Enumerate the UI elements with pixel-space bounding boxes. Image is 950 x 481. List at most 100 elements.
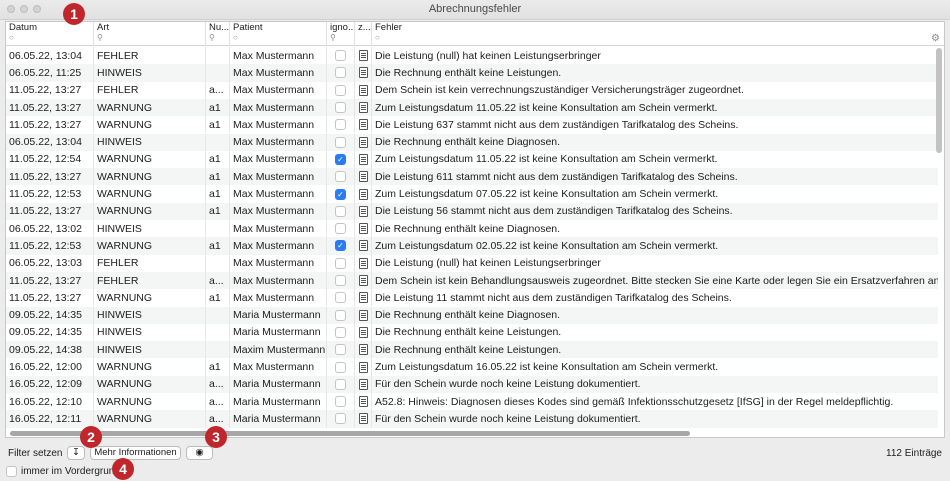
ignore-checkbox[interactable]: ✓ (335, 188, 346, 200)
document-icon[interactable] (358, 326, 368, 338)
table-row[interactable]: 16.05.22, 12:00 WARNUNG a1 Max Mustermann Zu… (6, 358, 938, 376)
table-row[interactable]: 11.05.22, 13:27 FEHLER a... Max Mustermann D… (6, 81, 938, 99)
col-header-nummer[interactable]: Nu... ⚲ (206, 22, 230, 46)
sort-circle-icon[interactable]: ○ (375, 33, 932, 43)
sort-circle-icon[interactable]: ○ (233, 33, 326, 43)
table-row[interactable]: 09.05.22, 14:35 HINWEIS Maria Mustermann Di… (6, 323, 938, 342)
table-row[interactable]: 09.05.22, 14:35 HINWEIS Maria Mustermann Di… (6, 306, 938, 324)
horizontal-scrollbar[interactable] (10, 431, 690, 436)
ignore-checkbox[interactable] (335, 378, 346, 390)
table-row[interactable]: 11.05.22, 12:53 WARNUNG a1 Max Mustermann ✓ Z… (6, 237, 938, 255)
cell-fehler: Die Rechnung enthält keine Diagnosen. (375, 222, 561, 235)
document-icon[interactable] (358, 67, 368, 79)
table-row[interactable]: 11.05.22, 13:27 WARNUNG a1 Max Mustermann Di… (6, 289, 938, 307)
callout-badge-1: 1 (63, 3, 85, 25)
cell-art: WARNUNG (94, 185, 206, 203)
document-icon[interactable] (358, 171, 368, 183)
col-header-patient[interactable]: Patient ○ (230, 22, 327, 46)
ignore-checkbox[interactable] (335, 119, 346, 131)
document-icon[interactable] (358, 292, 368, 304)
cell-fehler: Die Rechnung enthält keine Diagnosen. (375, 136, 561, 149)
window-title: Abrechnungsfehler (428, 3, 522, 15)
document-icon[interactable] (358, 396, 368, 408)
ignore-checkbox[interactable] (335, 396, 346, 408)
cell-ignoriert (327, 306, 355, 324)
document-icon[interactable] (358, 102, 368, 114)
table-row[interactable]: 06.05.22, 11:25 HINWEIS Max Mustermann Die … (6, 64, 938, 82)
search-icon[interactable]: ⚲ (97, 33, 205, 43)
col-header-ignoriert[interactable]: igno... ⚲ (327, 22, 355, 46)
filter-button[interactable]: ↧ (67, 446, 85, 460)
ignore-checkbox[interactable] (335, 257, 346, 269)
always-on-top-option[interactable]: immer im Vordergrund (6, 466, 120, 477)
table-row[interactable]: 11.05.22, 12:53 WARNUNG a1 Max Mustermann ✓ Z… (6, 185, 938, 203)
table-row[interactable]: 09.05.22, 14:38 HINWEIS Maxim Mustermann Di… (6, 341, 938, 359)
document-icon[interactable] (358, 275, 368, 287)
ignore-checkbox[interactable] (335, 413, 346, 425)
col-header-z[interactable]: z... (355, 22, 372, 46)
cell-datum: 11.05.22, 13:27 (6, 98, 94, 117)
document-icon[interactable] (358, 84, 368, 96)
cell-art: HINWEIS (94, 306, 206, 324)
table-row[interactable]: 11.05.22, 13:27 WARNUNG a1 Max Mustermann Di… (6, 202, 938, 220)
cell-fehler: Die Rechnung enthält keine Leistungen. (375, 343, 562, 356)
table-row[interactable]: 16.05.22, 12:10 WARNUNG a... Maria Musterma… (6, 393, 938, 411)
ignore-checkbox[interactable] (335, 326, 346, 338)
ignore-checkbox[interactable]: ✓ (335, 240, 346, 252)
ignore-checkbox[interactable] (335, 223, 346, 235)
document-icon[interactable] (358, 361, 368, 373)
ignore-checkbox[interactable] (335, 309, 346, 321)
table-row[interactable]: 11.05.22, 13:27 FEHLER a... Max Mustermann D… (6, 271, 938, 290)
col-header-art[interactable]: Art ⚲ (94, 22, 206, 46)
document-icon[interactable] (358, 136, 368, 148)
table-row[interactable]: 11.05.22, 13:27 WARNUNG a1 Max Mustermann Zu… (6, 98, 938, 117)
cell-patient: Max Mustermann (230, 271, 327, 290)
document-icon[interactable] (358, 240, 368, 252)
ignore-checkbox[interactable] (335, 361, 346, 373)
ignore-checkbox[interactable]: ✓ (335, 153, 346, 165)
table-row[interactable]: 06.05.22, 13:04 FEHLER Max Mustermann Die L… (6, 47, 938, 65)
cell-fehler: Die Rechnung enthält keine Leistungen. (375, 66, 562, 79)
document-icon[interactable] (358, 223, 368, 235)
document-icon[interactable] (358, 119, 368, 131)
document-icon[interactable] (358, 50, 368, 62)
search-icon[interactable]: ⚲ (330, 33, 354, 43)
ignore-checkbox[interactable] (335, 50, 346, 62)
document-icon[interactable] (358, 205, 368, 217)
document-icon[interactable] (358, 153, 368, 165)
gear-icon[interactable]: ⚙ (931, 33, 940, 44)
col-header-fehler[interactable]: Fehler ○ (372, 22, 932, 46)
ignore-checkbox[interactable] (335, 292, 346, 304)
ignore-checkbox[interactable] (335, 136, 346, 148)
reset-button[interactable]: ◉ (186, 446, 213, 460)
document-icon[interactable] (358, 309, 368, 321)
always-on-top-checkbox[interactable] (6, 466, 17, 477)
search-icon[interactable]: ⚲ (209, 33, 229, 43)
table-row[interactable]: 06.05.22, 13:03 FEHLER Max Mustermann Die L… (6, 254, 938, 272)
document-icon[interactable] (358, 188, 368, 200)
vertical-scrollbar[interactable] (936, 48, 942, 153)
ignore-checkbox[interactable] (335, 102, 346, 114)
ignore-checkbox[interactable] (335, 84, 346, 96)
ignore-checkbox[interactable] (335, 275, 346, 287)
sort-circle-icon[interactable]: ○ (9, 33, 93, 43)
document-icon[interactable] (358, 344, 368, 356)
document-icon[interactable] (358, 413, 368, 425)
more-info-button[interactable]: Mehr Informationen (90, 446, 181, 460)
table-row[interactable]: 11.05.22, 12:54 WARNUNG a1 Max Mustermann ✓ Z… (6, 150, 938, 169)
table-row[interactable]: 16.05.22, 12:11 WARNUNG a... Maria Musterma… (6, 410, 938, 428)
table-row[interactable]: 16.05.22, 12:09 WARNUNG a... Maria Musterma… (6, 375, 938, 393)
ignore-checkbox[interactable] (335, 205, 346, 217)
ignore-checkbox[interactable] (335, 67, 346, 79)
ignore-checkbox[interactable] (335, 171, 346, 183)
table-row[interactable]: 11.05.22, 13:27 WARNUNG a1 Max Mustermann Di… (6, 168, 938, 186)
col-header-datum[interactable]: Datum ○ (6, 22, 94, 46)
cell-nummer: a1 (206, 185, 230, 203)
document-icon[interactable] (358, 257, 368, 269)
table-row[interactable]: 06.05.22, 13:02 HINWEIS Max Mustermann Die … (6, 220, 938, 238)
cell-z (355, 237, 372, 255)
table-row[interactable]: 11.05.22, 13:27 WARNUNG a1 Max Mustermann Di… (6, 116, 938, 134)
ignore-checkbox[interactable] (335, 344, 346, 356)
document-icon[interactable] (358, 378, 368, 390)
table-row[interactable]: 06.05.22, 13:04 HINWEIS Max Mustermann Die … (6, 133, 938, 151)
